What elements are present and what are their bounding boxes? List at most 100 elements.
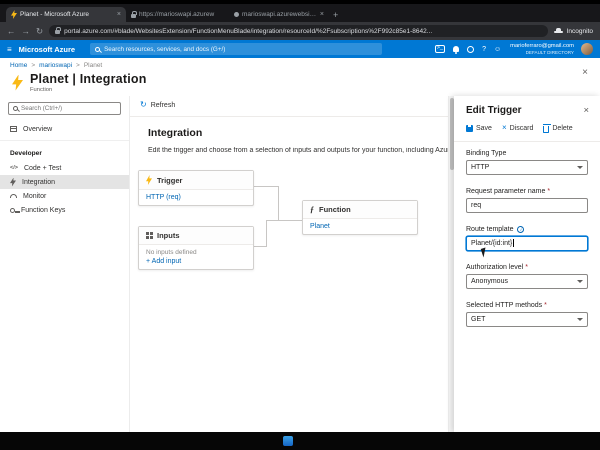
incognito-icon [554, 28, 563, 35]
browser-chrome: Planet - Microsoft Azure × https://mario… [0, 4, 600, 40]
connector-line [266, 220, 302, 221]
tab-title: marioswapi.azurewebsites [242, 11, 317, 18]
portal-blade: Home > marioswapi > Planet × Planet | In… [0, 58, 600, 432]
field-label: Binding Type [466, 150, 506, 157]
portal-menu-icon[interactable]: ≡ [7, 45, 12, 54]
blade-header: Home > marioswapi > Planet × Planet | In… [0, 58, 600, 96]
page-subtitle: Function [30, 87, 147, 93]
sidebar: Overview Developer </> Code + Test Integ… [0, 96, 130, 432]
incognito-badge: Incognito [554, 28, 593, 35]
lock-icon [131, 14, 136, 18]
request-parameter-input[interactable]: req [466, 198, 588, 213]
chevron-down-icon [577, 166, 583, 169]
discard-button[interactable]: × Discard [502, 124, 533, 132]
edit-trigger-panel: Edit Trigger × Save × Discard Delete [454, 96, 600, 432]
refresh-icon: ↻ [140, 101, 147, 109]
field-request-parameter: Request parameter name * req [466, 188, 588, 213]
avatar[interactable] [581, 43, 593, 55]
breadcrumb-current: Planet [84, 62, 102, 69]
authorization-level-select[interactable]: Anonymous [466, 274, 588, 289]
global-search[interactable] [90, 43, 382, 55]
toolbar-divider [130, 116, 448, 117]
reload-button[interactable]: ↻ [36, 27, 43, 36]
tab-swapi-site[interactable]: marioswapi.azurewebsites × [229, 7, 329, 22]
key-icon [10, 208, 15, 213]
discard-icon: × [502, 124, 507, 132]
screen: Planet - Microsoft Azure × https://mario… [0, 0, 600, 450]
field-binding-type: Binding Type HTTP [466, 150, 588, 175]
azure-topbar: ≡ Microsoft Azure >_ ? ☺ marioferraro@gm… [0, 40, 600, 58]
trash-icon [543, 126, 549, 133]
breadcrumb-app[interactable]: marioswapi [39, 62, 72, 69]
account-email: marioferraro@gmail.com [510, 43, 574, 50]
tab-planet[interactable]: Planet - Microsoft Azure × [6, 7, 126, 22]
new-tab-button[interactable]: + [333, 10, 338, 22]
trigger-card-body: HTTP (req) [139, 190, 253, 205]
sidebar-item-code-test[interactable]: </> Code + Test [0, 161, 129, 175]
sidebar-search-input[interactable] [21, 105, 116, 112]
trigger-card: Trigger HTTP (req) [138, 170, 254, 206]
tab-title: Planet - Microsoft Azure [20, 11, 114, 18]
tab-strip: Planet - Microsoft Azure × https://mario… [0, 4, 600, 22]
blade-close-button[interactable]: × [582, 68, 588, 78]
chevron-down-icon [577, 318, 583, 321]
field-label: Authorization level [466, 264, 523, 271]
function-glyph-icon: ƒ [310, 205, 314, 214]
field-label: Request parameter name [466, 188, 545, 195]
notifications-icon[interactable] [453, 46, 459, 52]
bottom-bar [0, 432, 600, 450]
add-input-link[interactable]: + Add input [146, 258, 181, 265]
incognito-label: Incognito [567, 28, 593, 35]
tab-title: https://marioswapi.azurew [139, 11, 224, 18]
http-methods-select[interactable]: GET [466, 312, 588, 327]
code-icon: </> [10, 165, 18, 171]
sidebar-search[interactable] [8, 102, 121, 115]
overview-icon [10, 126, 17, 132]
delete-button[interactable]: Delete [543, 124, 572, 133]
function-card: ƒ Function Planet [302, 200, 418, 235]
help-icon[interactable]: ? [482, 46, 486, 53]
breadcrumb-separator: > [31, 62, 35, 69]
connector-line [278, 186, 279, 221]
breadcrumb-home[interactable]: Home [10, 62, 27, 69]
inputs-card-header: Inputs [139, 227, 253, 245]
trigger-bolt-icon [146, 175, 152, 185]
azure-brand[interactable]: Microsoft Azure [19, 45, 75, 54]
feedback-icon[interactable]: ☺ [494, 46, 501, 53]
back-button[interactable]: ← [7, 27, 16, 36]
forward-button[interactable]: → [22, 27, 31, 36]
field-authorization-level: Authorization level * Anonymous [466, 264, 588, 289]
account-info[interactable]: marioferraro@gmail.com DEFAULT DIRECTORY [510, 43, 574, 55]
sidebar-item-integration[interactable]: Integration [0, 175, 129, 189]
save-icon [466, 125, 473, 132]
favicon-icon [234, 12, 239, 17]
trigger-http-link[interactable]: HTTP (req) [146, 194, 181, 201]
integration-icon [10, 178, 16, 187]
sidebar-item-function-keys[interactable]: Function Keys [0, 203, 129, 217]
global-search-input[interactable] [104, 46, 377, 53]
panel-close-button[interactable]: × [583, 106, 589, 116]
required-marker: * [525, 264, 528, 271]
tab-swapi-url[interactable]: https://marioswapi.azurew [126, 7, 229, 22]
inputs-card: Inputs No inputs defined + Add input [138, 226, 254, 270]
save-button[interactable]: Save [466, 125, 492, 132]
sidebar-item-overview[interactable]: Overview [0, 122, 129, 136]
refresh-button[interactable]: ↻ Refresh [140, 101, 175, 109]
function-planet-link[interactable]: Planet [310, 223, 330, 230]
gear-icon[interactable] [467, 46, 474, 53]
search-icon [13, 106, 18, 111]
binding-type-select[interactable]: HTTP [466, 160, 588, 175]
close-icon[interactable]: × [117, 11, 121, 18]
connector-line [266, 220, 267, 247]
required-marker: * [547, 188, 550, 195]
panel-toolbar: Save × Discard Delete [454, 122, 600, 142]
info-icon[interactable]: i [517, 226, 524, 233]
cloud-shell-icon[interactable]: >_ [435, 45, 445, 53]
url-text: portal.azure.com/#blade/WebsitesExtensio… [64, 28, 432, 35]
close-icon[interactable]: × [320, 11, 324, 18]
blade-body: Overview Developer </> Code + Test Integ… [0, 96, 600, 432]
search-icon [95, 47, 100, 52]
address-bar[interactable]: portal.azure.com/#blade/WebsitesExtensio… [49, 25, 547, 37]
taskbar-app-icon[interactable] [283, 436, 293, 446]
sidebar-item-monitor[interactable]: Monitor [0, 189, 129, 203]
